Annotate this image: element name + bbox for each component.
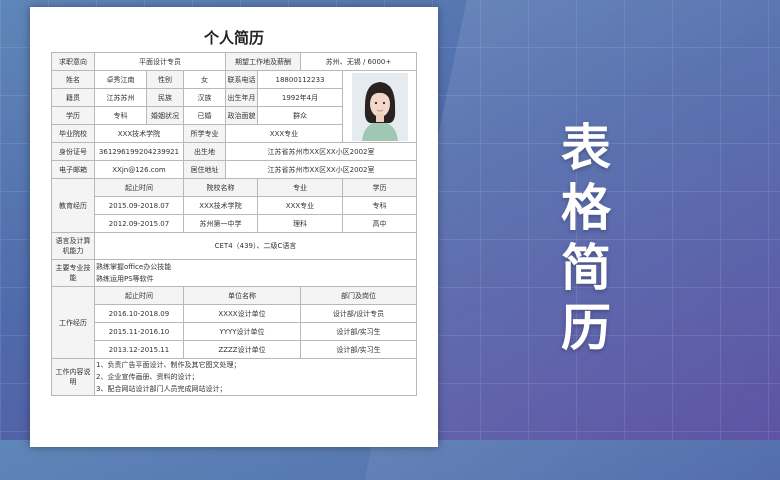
birth-label: 出生年月 [225,88,258,107]
origin-label: 籍贯 [51,88,95,107]
resume-title: 个人简历 [203,29,264,47]
birth-value: 1992年4月 [257,88,343,107]
marital-label: 婚姻状况 [146,106,184,125]
photo-cell [341,70,418,143]
table-row: 2013.12-2015.11 ZZZZ设计单位 设计部/实习生 [52,340,418,359]
id-value: 361296199204239921 [94,142,184,161]
side-title: 表 格 简 历 [552,118,622,358]
intent-label: 求职意向 [51,52,95,71]
education-header: 学历 [341,178,418,197]
resume-page: 个人简历 求职意向 平面设计专员 期望工作地及薪酬 苏州、无锡 / 6000+ … [30,7,438,447]
work-label: 工作经历 [51,286,95,359]
table-row: 姓名 卓秀江南 性别 女 联系电话 18800112233 [51,70,418,143]
table-row: 求职意向 平面设计专员 期望工作地及薪酬 苏州、无锡 / 6000+ [51,52,418,71]
email-label: 电子邮箱 [51,160,95,179]
duties-list: 1、负责广告平面设计、制作及其它图文处理； 2、企业宣传画册、资料的设计； 3、… [93,358,418,396]
resume-table: 求职意向 平面设计专员 期望工作地及薪酬 苏州、无锡 / 6000+ 姓名 卓秀… [51,52,418,396]
education-label: 教育经历 [51,178,95,233]
phone-value: 18800112233 [257,70,343,89]
major-value: XXX专业 [225,124,343,143]
duties-label: 工作内容说明 [51,358,95,396]
table-row: 教育经历 起止时间 院校名称 专业 学历 [51,178,418,233]
birthplace-value: 江苏省苏州市XX区XX小区2002室 [224,142,418,161]
education-header: 专业 [257,178,343,197]
work-cell: 2015.11-2016.10 [94,322,184,341]
work-cell: 2016.10-2018.09 [94,304,184,323]
degree-value: 专科 [94,106,147,125]
table-row: 2015.09-2018.07 XXX技术学院 XXX专业 专科 [52,196,418,215]
table-row: 工作经历 起止时间 单位名称 部门及岗位 [51,286,418,359]
address-value: 江苏省苏州市XX区XX小区2002室 [224,160,418,179]
profile-photo [351,72,408,141]
work-cell: 设计部/实习生 [299,340,418,359]
skill-item: 熟练掌握office办公技能 [96,263,172,271]
political-label: 政治面貌 [225,106,258,125]
political-value: 群众 [257,106,343,125]
table-row: 语言及计算机能力 CET4（439）、二级C语言 [51,232,418,260]
education-cell: 苏州第一中学 [183,214,258,233]
birthplace-label: 出生地 [183,142,226,161]
table-row: 2016.10-2018.09 XXXX设计单位 设计部/设计专员 [52,304,418,323]
school-label: 毕业院校 [51,124,95,143]
education-cell: 2012.09-2015.07 [94,214,184,233]
education-cell: 2015.09-2018.07 [94,196,184,215]
table-row: 2015.11-2016.10 YYYY设计单位 设计部/实习生 [52,322,418,341]
side-title-char: 格 [561,179,613,237]
table-row: 2012.09-2015.07 苏州第一中学 理科 高中 [52,214,418,233]
language-label: 语言及计算机能力 [51,232,95,260]
salary-value: 苏州、无锡 / 6000+ [299,52,418,71]
work-header: 单位名称 [183,286,301,305]
side-title-char: 表 [561,119,613,177]
address-label: 居住地址 [183,160,226,179]
education-cell: XXX技术学院 [183,196,258,215]
phone-label: 联系电话 [225,70,258,89]
language-value: CET4（439）、二级C语言 [93,232,418,260]
work-cell: YYYY设计单位 [183,322,301,341]
work-cell: XXXX设计单位 [183,304,301,323]
side-title-char: 简 [561,239,613,297]
degree-label: 学历 [51,106,95,125]
education-cell: 理科 [257,214,343,233]
work-cell: 设计部/设计专员 [299,304,418,323]
gender-label: 性别 [146,70,184,89]
work-cell: 2013.12-2015.11 [94,340,184,359]
school-value: XXX技术学院 [94,124,184,143]
major-label: 所学专业 [183,124,226,143]
skills-list: 熟练掌握office办公技能 熟练运用PS等软件 [93,259,418,287]
skill-item: 熟练运用PS等软件 [96,275,154,283]
table-row: 主要专业技能 熟练掌握office办公技能 熟练运用PS等软件 [51,259,418,287]
education-cell: 高中 [341,214,418,233]
side-title-char: 历 [561,299,613,357]
duty-item: 1、负责广告平面设计、制作及其它图文处理； [96,361,241,369]
education-cell: 专科 [341,196,418,215]
id-label: 身份证号 [51,142,95,161]
education-header: 院校名称 [183,178,258,197]
work-header: 部门及岗位 [299,286,418,305]
gender-value: 女 [183,70,226,89]
ethnic-value: 汉族 [183,88,226,107]
email-value: XXjn@126.com [94,160,184,179]
origin-value: 江苏苏州 [94,88,147,107]
duty-item: 3、配合网站设计部门人员完成网站设计； [96,385,227,393]
work-cell: ZZZZ设计单位 [183,340,301,359]
name-label: 姓名 [51,70,95,89]
ethnic-label: 民族 [146,88,184,107]
education-cell: XXX专业 [257,196,343,215]
work-cell: 设计部/实习生 [299,322,418,341]
table-row: 电子邮箱 XXjn@126.com 居住地址 江苏省苏州市XX区XX小区2002… [51,160,418,179]
education-header: 起止时间 [94,178,184,197]
name-value: 卓秀江南 [94,70,147,89]
table-row: 工作内容说明 1、负责广告平面设计、制作及其它图文处理； 2、企业宣传画册、资料… [51,358,418,396]
marital-value: 已婚 [183,106,226,125]
duty-item: 2、企业宣传画册、资料的设计； [96,373,199,381]
salary-label: 期望工作地及薪酬 [225,52,301,71]
skills-label: 主要专业技能 [51,259,95,287]
work-header: 起止时间 [94,286,184,305]
intent-value: 平面设计专员 [94,52,226,71]
table-row: 身份证号 361296199204239921 出生地 江苏省苏州市XX区XX小… [51,142,418,161]
